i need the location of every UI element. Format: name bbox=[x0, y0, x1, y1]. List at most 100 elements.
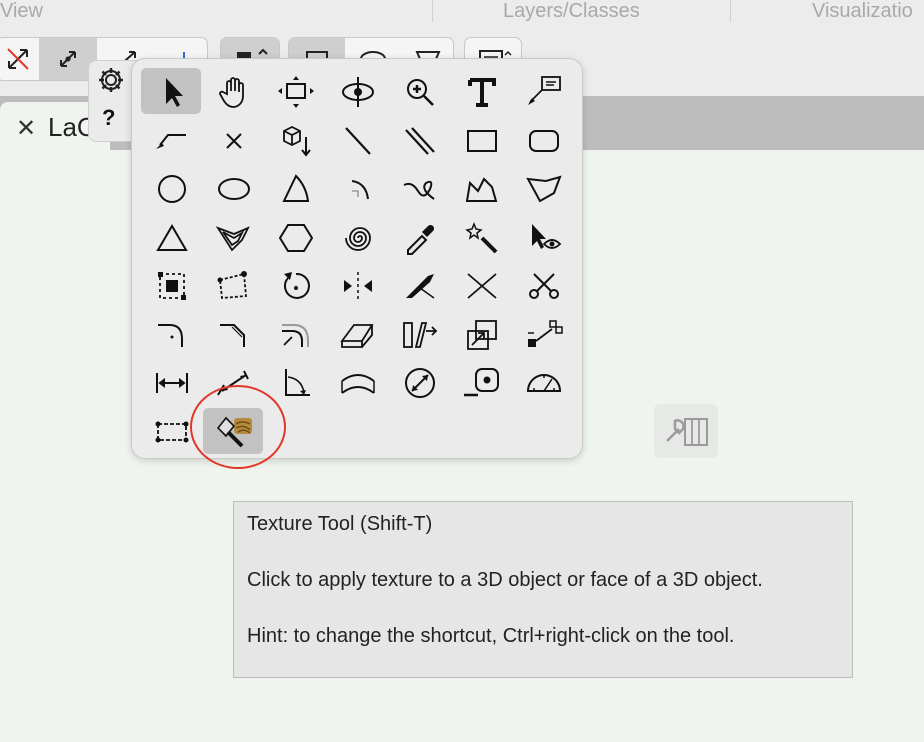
eyedropper-tool[interactable] bbox=[389, 214, 451, 263]
polygon-tool[interactable] bbox=[451, 165, 513, 214]
offset-icon bbox=[158, 272, 186, 301]
move-by-points-icon bbox=[467, 319, 497, 350]
circle-icon bbox=[158, 175, 186, 204]
attribute-mapping-tool[interactable] bbox=[513, 311, 575, 360]
double-line-icon bbox=[405, 127, 435, 155]
offset-tool[interactable] bbox=[141, 262, 203, 311]
flyover-tool[interactable] bbox=[265, 68, 327, 117]
connect-tool[interactable] bbox=[265, 311, 327, 360]
double-polygon-tool[interactable] bbox=[513, 165, 575, 214]
highlight-circle bbox=[190, 385, 286, 469]
magic-wand-tool[interactable] bbox=[451, 214, 513, 263]
line-tool[interactable] bbox=[327, 117, 389, 166]
pan-tool[interactable] bbox=[203, 68, 265, 117]
palette-header: View Layers/Classes Visualizatio bbox=[0, 0, 924, 24]
line-icon bbox=[345, 127, 371, 155]
diameter-tool[interactable] bbox=[389, 359, 451, 408]
freehand-tool[interactable] bbox=[389, 165, 451, 214]
circle-tool[interactable] bbox=[141, 165, 203, 214]
text-tool[interactable] bbox=[451, 68, 513, 117]
delete-tool[interactable] bbox=[203, 117, 265, 166]
duplicate-array-icon bbox=[403, 321, 438, 348]
tape-measure-icon bbox=[464, 368, 499, 397]
reshape-points-tool[interactable] bbox=[203, 262, 265, 311]
polyline-arrow-tool[interactable] bbox=[141, 117, 203, 166]
help-button[interactable]: ? bbox=[102, 105, 115, 131]
oval-tool[interactable] bbox=[203, 165, 265, 214]
arc-dimension-tool[interactable] bbox=[327, 359, 389, 408]
triangle-tool[interactable] bbox=[141, 214, 203, 263]
floating-tool-icon[interactable] bbox=[654, 404, 718, 458]
reshape-points-icon bbox=[217, 271, 247, 300]
eraser-icon bbox=[340, 323, 374, 348]
selection-tool[interactable] bbox=[141, 68, 203, 117]
callout-icon bbox=[528, 76, 561, 106]
arrow-pointer-icon bbox=[166, 78, 183, 108]
reshape-icon bbox=[215, 225, 250, 252]
rounded-rectangle-tool[interactable] bbox=[513, 117, 575, 166]
chamfer-icon bbox=[220, 323, 245, 347]
visualization-header-label: Visualizatio bbox=[812, 0, 913, 22]
push-pull-tool[interactable] bbox=[265, 117, 327, 166]
eyedropper-icon bbox=[407, 224, 435, 255]
unify-view-button[interactable] bbox=[0, 38, 39, 80]
polygon-icon bbox=[465, 177, 498, 203]
protractor-tool[interactable] bbox=[513, 359, 575, 408]
flyover-icon bbox=[278, 76, 314, 109]
expand-arrows-icon bbox=[60, 51, 76, 67]
texture-tool-tooltip: Texture Tool (Shift-T) Click to apply te… bbox=[233, 501, 853, 678]
rectangle-icon bbox=[467, 129, 497, 152]
quarter-arc-tool[interactable] bbox=[327, 165, 389, 214]
eraser-tool[interactable] bbox=[327, 311, 389, 360]
tooltip-description: Click to apply texture to a 3D object or… bbox=[247, 569, 763, 591]
fillet-tool[interactable] bbox=[141, 311, 203, 360]
mirror-icon bbox=[344, 272, 372, 301]
visibility-tool[interactable] bbox=[513, 214, 575, 263]
zoom-in-icon bbox=[407, 79, 434, 107]
wrench-panel-icon bbox=[666, 418, 708, 446]
split-tool[interactable] bbox=[389, 262, 451, 311]
rounded-rectangle-icon bbox=[529, 129, 559, 152]
move-by-points-tool[interactable] bbox=[451, 311, 513, 360]
magic-wand-icon bbox=[465, 221, 498, 254]
polyline-icon bbox=[156, 133, 186, 149]
orbit-icon bbox=[342, 77, 374, 108]
knife-icon bbox=[406, 274, 435, 299]
spiral-tool[interactable] bbox=[327, 214, 389, 263]
eye-pointer-icon bbox=[532, 223, 562, 249]
protractor-icon bbox=[526, 374, 562, 393]
rotate-tool[interactable] bbox=[265, 262, 327, 311]
clip-tool[interactable] bbox=[513, 262, 575, 311]
hexagon-tool[interactable] bbox=[265, 214, 327, 263]
arc-icon bbox=[282, 174, 310, 203]
double-line-tool[interactable] bbox=[389, 117, 451, 166]
dimension-tool[interactable] bbox=[141, 359, 203, 408]
callout-tool[interactable] bbox=[513, 68, 575, 117]
zoom-tool[interactable] bbox=[389, 68, 451, 117]
hand-icon bbox=[219, 77, 244, 109]
attribute-mapping-icon bbox=[528, 320, 563, 347]
diameter-icon bbox=[405, 368, 435, 399]
connect-icon bbox=[282, 323, 309, 347]
x-icon bbox=[226, 133, 242, 149]
chamfer-tool[interactable] bbox=[203, 311, 265, 360]
header-divider bbox=[432, 0, 433, 22]
walkthrough-tool[interactable] bbox=[327, 68, 389, 117]
double-polygon-icon bbox=[526, 175, 562, 203]
tape-measure-tool[interactable] bbox=[451, 359, 513, 408]
unify-view-icon bbox=[7, 48, 29, 70]
mirror-tool[interactable] bbox=[327, 262, 389, 311]
gear-icon[interactable] bbox=[96, 65, 126, 100]
scissors-icon bbox=[529, 273, 559, 300]
wall-icon bbox=[155, 421, 189, 443]
reshape-tool[interactable] bbox=[203, 214, 265, 263]
trim-tool[interactable] bbox=[451, 262, 513, 311]
rotate-icon bbox=[283, 272, 310, 300]
close-tab-icon[interactable]: ✕ bbox=[16, 114, 36, 143]
arc-tool[interactable] bbox=[265, 165, 327, 214]
fillet-icon bbox=[158, 323, 183, 347]
duplicate-array-tool[interactable] bbox=[389, 311, 451, 360]
tool-palette-popup bbox=[131, 58, 583, 459]
rectangle-tool[interactable] bbox=[451, 117, 513, 166]
tooltip-title: Texture Tool (Shift-T) bbox=[247, 513, 433, 535]
